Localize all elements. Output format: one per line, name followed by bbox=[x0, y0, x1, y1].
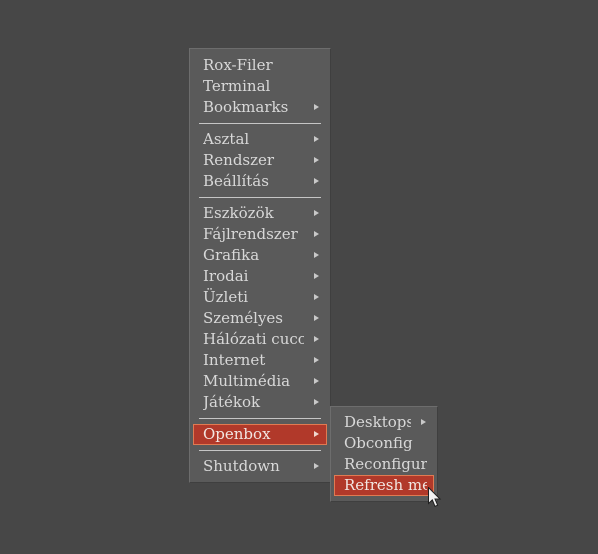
menu-item-label: Fájlrendszer bbox=[203, 225, 298, 243]
menu-item-label: Shutdown bbox=[203, 457, 280, 475]
menu-item-label: Játékok bbox=[203, 393, 261, 411]
submenu-arrow-icon bbox=[310, 97, 320, 118]
menu-item-szem-lyes[interactable]: Személyes bbox=[193, 308, 327, 329]
menu-item-refresh-menu[interactable]: Refresh menu bbox=[334, 475, 434, 496]
menu-item-label: Refresh menu bbox=[344, 476, 427, 494]
menu-item-f-jlrendszer[interactable]: Fájlrendszer bbox=[193, 224, 327, 245]
menu-item-shutdown[interactable]: Shutdown bbox=[193, 456, 327, 477]
menu-item-reconfigure[interactable]: Reconfigure bbox=[334, 454, 434, 475]
submenu-arrow-icon bbox=[310, 129, 320, 150]
menu-item-label: Grafika bbox=[203, 246, 260, 264]
menu-separator bbox=[199, 418, 321, 419]
menu-item-label: Rox-Filer bbox=[203, 56, 273, 74]
submenu-arrow-icon bbox=[310, 171, 320, 192]
menu-item-rendszer[interactable]: Rendszer bbox=[193, 150, 327, 171]
menu-item-label: Desktops bbox=[344, 413, 411, 431]
menu-item-zleti[interactable]: Üzleti bbox=[193, 287, 327, 308]
menu-item-be-ll-t-s[interactable]: Beállítás bbox=[193, 171, 327, 192]
menu-item-terminal[interactable]: Terminal bbox=[193, 76, 327, 97]
submenu-arrow-icon bbox=[310, 266, 320, 287]
submenu-arrow-icon bbox=[310, 150, 320, 171]
menu-item-label: Reconfigure bbox=[344, 455, 427, 473]
menu-item-label: Üzleti bbox=[203, 288, 249, 306]
openbox-submenu[interactable]: Desktops Obconfig Reconfigure Refresh menu bbox=[330, 406, 438, 502]
menu-item-label: Internet bbox=[203, 351, 266, 369]
menu-item-grafika[interactable]: Grafika bbox=[193, 245, 327, 266]
menu-item-label: Obconfig bbox=[344, 434, 413, 452]
menu-item-label: Bookmarks bbox=[203, 98, 289, 116]
menu-item-label: Rendszer bbox=[203, 151, 275, 169]
menu-item-label: Asztal bbox=[203, 130, 250, 148]
menu-item-obconfig[interactable]: Obconfig bbox=[334, 433, 434, 454]
menu-separator bbox=[199, 197, 321, 198]
menu-item-desktops[interactable]: Desktops bbox=[334, 412, 434, 433]
menu-item-h-l-zati-cuccok[interactable]: Hálózati cuccok bbox=[193, 329, 327, 350]
menu-item-label: Hálózati cuccok bbox=[203, 330, 304, 348]
menu-separator bbox=[199, 450, 321, 451]
menu-item-rox-filer[interactable]: Rox-Filer bbox=[193, 55, 327, 76]
menu-item-j-t-kok[interactable]: Játékok bbox=[193, 392, 327, 413]
submenu-arrow-icon bbox=[310, 203, 320, 224]
menu-item-irodai[interactable]: Irodai bbox=[193, 266, 327, 287]
menu-item-multim-dia[interactable]: Multimédia bbox=[193, 371, 327, 392]
submenu-arrow-icon bbox=[310, 329, 320, 350]
submenu-arrow-icon bbox=[310, 224, 320, 245]
menu-item-label: Beállítás bbox=[203, 172, 269, 190]
submenu-arrow-icon bbox=[310, 456, 320, 477]
submenu-arrow-icon bbox=[310, 287, 320, 308]
menu-item-internet[interactable]: Internet bbox=[193, 350, 327, 371]
menu-item-label: Terminal bbox=[203, 77, 271, 95]
menu-item-label: Személyes bbox=[203, 309, 284, 327]
menu-item-openbox[interactable]: Openbox bbox=[193, 424, 327, 445]
menu-item-label: Irodai bbox=[203, 267, 249, 285]
openbox-root-menu[interactable]: Rox-Filer Terminal Bookmarks Asztal Rendszer… bbox=[189, 48, 331, 483]
menu-item-label: Openbox bbox=[203, 425, 271, 443]
submenu-arrow-icon bbox=[310, 371, 320, 392]
menu-item-asztal[interactable]: Asztal bbox=[193, 129, 327, 150]
submenu-arrow-icon bbox=[310, 245, 320, 266]
submenu-arrow-icon bbox=[310, 392, 320, 413]
submenu-arrow-icon bbox=[417, 412, 427, 433]
menu-separator bbox=[199, 123, 321, 124]
submenu-arrow-icon bbox=[310, 424, 320, 445]
menu-item-label: Eszközök bbox=[203, 204, 274, 222]
menu-item-bookmarks[interactable]: Bookmarks bbox=[193, 97, 327, 118]
submenu-arrow-icon bbox=[310, 308, 320, 329]
menu-item-eszk-z-k[interactable]: Eszközök bbox=[193, 203, 327, 224]
submenu-arrow-icon bbox=[310, 350, 320, 371]
menu-item-label: Multimédia bbox=[203, 372, 291, 390]
